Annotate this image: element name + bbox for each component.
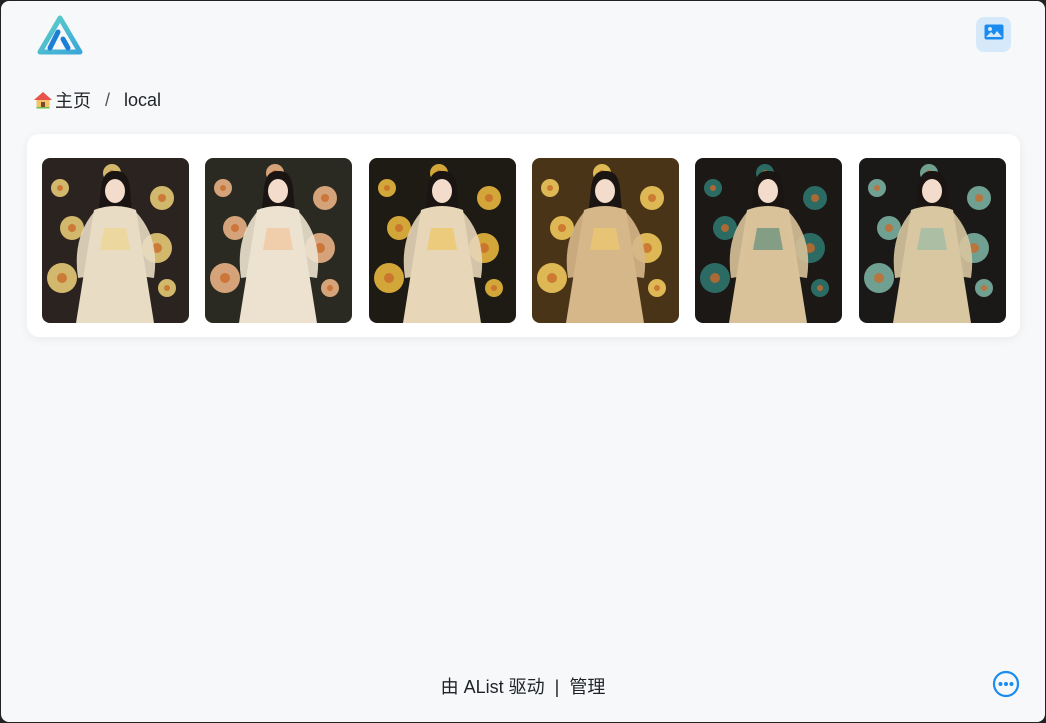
image-1 (42, 158, 189, 323)
gallery-thumbnail[interactable] (859, 158, 1006, 323)
image-5 (695, 158, 842, 323)
breadcrumb-home[interactable]: 主页 (33, 87, 91, 113)
breadcrumb-separator: / (105, 89, 111, 110)
gallery-thumbnail[interactable] (205, 158, 352, 323)
footer: 由 AList 驱动 | 管理 (1, 673, 1045, 699)
gallery-thumbnail[interactable] (695, 158, 842, 323)
gallery-thumbnail[interactable] (369, 158, 516, 323)
alist-logo-icon[interactable] (37, 15, 83, 55)
image-4 (532, 158, 679, 323)
more-options-button[interactable] (992, 670, 1020, 698)
app-window: 主页 / local 由 AList 驱动 | 管理 (1, 1, 1045, 722)
gallery-thumbnail[interactable] (532, 158, 679, 323)
breadcrumb: 主页 / local (33, 88, 161, 112)
image-6 (859, 158, 1006, 323)
breadcrumb-current[interactable]: local (124, 90, 161, 111)
image-2 (205, 158, 352, 323)
image-view-toggle-button[interactable] (976, 17, 1011, 52)
image-icon (984, 24, 1004, 45)
powered-by-link[interactable]: 由 AList 驱动 (441, 677, 545, 697)
image-gallery (27, 134, 1020, 337)
image-3 (369, 158, 516, 323)
manage-link[interactable]: 管理 (569, 677, 605, 697)
more-dots-icon (992, 670, 1020, 702)
footer-separator: | (554, 677, 560, 697)
gallery-thumbnail[interactable] (42, 158, 189, 323)
house-icon (33, 91, 53, 109)
breadcrumb-home-label: 主页 (55, 91, 91, 111)
